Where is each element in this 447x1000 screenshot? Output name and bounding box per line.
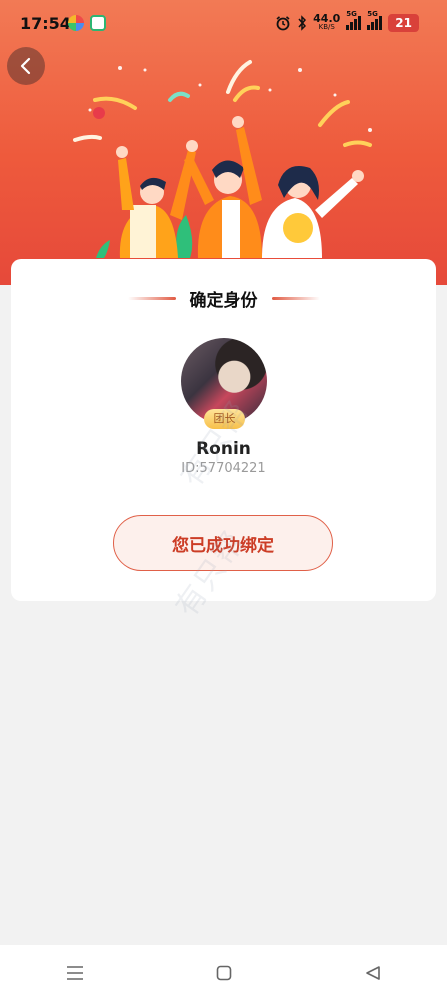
nav-home-button[interactable] (204, 953, 244, 993)
sim2-label: 5G (367, 10, 378, 18)
card-title: 确定身份 (189, 290, 258, 311)
back-button[interactable] (7, 47, 45, 85)
home-app-icon (90, 15, 106, 31)
signal-sim1-icon: 5G (346, 10, 362, 30)
card-title-row: 确定身份 (11, 286, 436, 311)
bluetooth-icon (298, 15, 307, 31)
home-square-icon (216, 965, 231, 980)
title-decoration-right (271, 296, 320, 300)
status-time: 17:54 (20, 14, 71, 33)
status-bar: 17:54 44.0 KB/S 5G 5G 21 (0, 0, 447, 50)
sim1-label: 5G (346, 10, 357, 18)
nav-back-button[interactable] (353, 953, 393, 993)
signal-sim2-icon: 5G (367, 10, 383, 30)
title-decoration-left (127, 296, 176, 300)
system-nav-bar (0, 945, 447, 1000)
app-notification-icon (68, 15, 84, 31)
chevron-left-icon (20, 57, 31, 75)
network-speed-unit: KB/S (318, 23, 335, 31)
nav-menu-button[interactable] (55, 953, 95, 993)
menu-icon (66, 965, 83, 980)
network-speed: 44.0 KB/S (313, 12, 341, 32)
network-speed-value: 44.0 (313, 12, 341, 25)
battery-icon: 21 (388, 14, 419, 32)
back-triangle-icon (365, 965, 380, 980)
status-indicators: 44.0 KB/S 5G 5G 21 (275, 10, 419, 32)
status-app-icons (68, 15, 106, 31)
alarm-icon (276, 16, 290, 31)
